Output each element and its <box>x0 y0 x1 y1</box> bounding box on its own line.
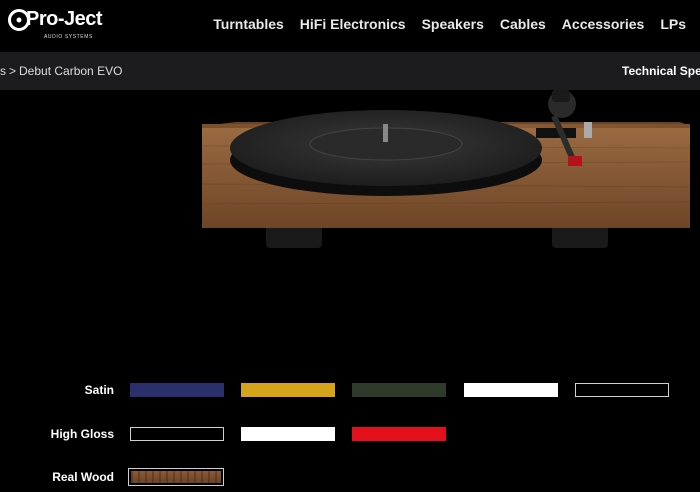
satin-swatch-white[interactable] <box>464 383 558 397</box>
breadcrumb-current: Debut Carbon EVO <box>19 64 123 78</box>
turntable-product-image <box>201 90 691 248</box>
real-wood-row: Real Wood <box>0 468 700 492</box>
nav-item-turntables[interactable]: Turntables <box>213 16 284 32</box>
nav-item-lps[interactable]: LPs <box>660 16 686 32</box>
breadcrumb-parent-link[interactable]: s <box>0 64 6 78</box>
high-gloss-swatch-black[interactable] <box>130 427 224 441</box>
real-wood-label: Real Wood <box>52 470 114 484</box>
high-gloss-label: High Gloss <box>50 427 114 441</box>
main-nav: Turntables HiFi Electronics Speakers Cab… <box>213 16 686 32</box>
satin-swatch-blue[interactable] <box>130 383 224 397</box>
high-gloss-row: High Gloss <box>0 427 700 449</box>
real-wood-swatch-walnut[interactable] <box>128 468 224 486</box>
top-navigation: Pro-Ject AUDIO SYSTEMS Turntables HiFi E… <box>0 0 700 52</box>
nav-item-hifi-electronics[interactable]: HiFi Electronics <box>300 16 406 32</box>
satin-row: Satin <box>0 383 700 405</box>
breadcrumb-separator: > <box>9 64 17 78</box>
technical-specs-link[interactable]: Technical Spe <box>622 64 700 78</box>
brand-name: Pro-Ject <box>26 8 103 30</box>
satin-swatch-green[interactable] <box>352 383 446 397</box>
walnut-texture <box>131 471 221 483</box>
brand-tagline: AUDIO SYSTEMS <box>44 34 93 40</box>
nav-item-cables[interactable]: Cables <box>500 16 546 32</box>
high-gloss-swatch-white[interactable] <box>241 427 335 441</box>
brand-logo[interactable]: Pro-Ject AUDIO SYSTEMS <box>8 7 108 43</box>
breadcrumb: s > Debut Carbon EVO <box>0 64 122 78</box>
satin-swatch-yellow[interactable] <box>241 383 335 397</box>
high-gloss-swatch-red[interactable] <box>352 427 446 441</box>
satin-label: Satin <box>84 383 114 397</box>
satin-swatch-black[interactable] <box>575 383 669 397</box>
breadcrumb-bar: s > Debut Carbon EVO Technical Spe <box>0 52 700 90</box>
nav-item-speakers[interactable]: Speakers <box>422 16 484 32</box>
nav-item-accessories[interactable]: Accessories <box>562 16 645 32</box>
